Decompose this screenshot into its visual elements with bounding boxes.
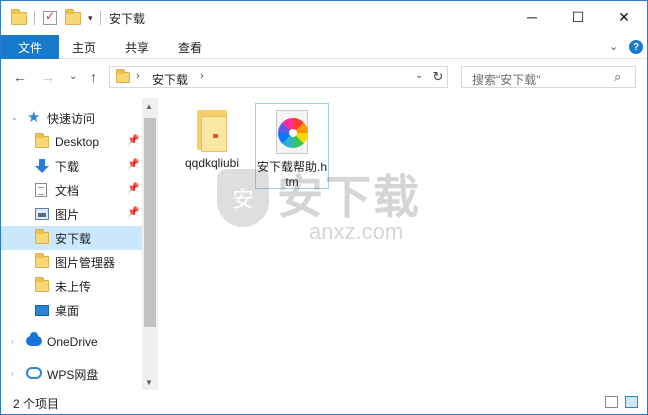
- picture-icon: [35, 207, 49, 220]
- minimize-button[interactable]: ─: [509, 1, 555, 33]
- tab-home[interactable]: 主页: [72, 35, 96, 59]
- sidebar-item-label: 下载: [55, 159, 80, 174]
- large-icons-view-icon[interactable]: [625, 396, 638, 408]
- maximize-button[interactable]: ☐: [555, 1, 601, 33]
- sidebar-item-documents[interactable]: 文档 📌: [1, 178, 142, 202]
- file-item-folder[interactable]: qqdkqliubi: [175, 102, 249, 171]
- forward-button[interactable]: →: [41, 69, 55, 85]
- file-list: qqdkqliubi 安下载帮助.htm: [159, 98, 647, 390]
- title-separator: [100, 11, 101, 25]
- details-view-icon[interactable]: [605, 396, 618, 408]
- quick-access-label: 快速访问: [47, 111, 96, 126]
- help-icon[interactable]: ?: [629, 40, 643, 54]
- sidebar-item-wps[interactable]: › WPS网盘: [1, 362, 142, 386]
- document-icon: [35, 183, 47, 197]
- sidebar-item-label: 未上传: [55, 279, 92, 294]
- sidebar-item-label: 图片管理器: [55, 255, 116, 270]
- folder-icon: [35, 277, 49, 292]
- address-folder-icon: [116, 69, 130, 83]
- breadcrumb-chevron-icon[interactable]: ›: [200, 70, 204, 82]
- expand-chevron-icon[interactable]: ›: [11, 369, 14, 378]
- sidebar-item-downloads[interactable]: 下载 📌: [1, 154, 142, 178]
- folder-icon: [35, 133, 49, 148]
- sidebar-scroll-thumb[interactable]: [144, 118, 156, 327]
- folder-icon: [195, 110, 229, 152]
- refresh-button[interactable]: ↻: [429, 68, 447, 86]
- navigation-bar: ← → ⌄ ↑ › 安下载 › ⌄ ↻ 搜索"安下载" ⌕: [1, 59, 647, 97]
- sidebar-item-label: 文档: [55, 183, 80, 198]
- pin-icon: 📌: [127, 159, 140, 170]
- address-dropdown-icon[interactable]: ⌄: [415, 70, 423, 81]
- sidebar-item-label: 图片: [55, 207, 80, 222]
- html-file-icon: [272, 110, 312, 156]
- ribbon-expand-icon[interactable]: ⌄: [609, 40, 618, 53]
- new-folder-icon[interactable]: [65, 8, 81, 27]
- pin-icon: 📌: [127, 207, 140, 218]
- navigation-pane: ⌄ ★ 快速访问 Desktop 📌 下载 📌 文档 📌 图片 📌 安下载 图片…: [1, 98, 158, 390]
- desktop-icon: [35, 303, 49, 316]
- expand-chevron-icon[interactable]: ›: [11, 337, 14, 346]
- quick-access-item[interactable]: ⌄ ★ 快速访问: [1, 106, 142, 130]
- sidebar-item-onedrive[interactable]: › OneDrive: [1, 330, 142, 354]
- search-placeholder: 搜索"安下载": [472, 73, 541, 87]
- pin-icon: 📌: [127, 135, 140, 146]
- tab-file[interactable]: 文件: [1, 35, 59, 59]
- file-item-htm[interactable]: 安下载帮助.htm: [255, 103, 329, 189]
- breadcrumb-item[interactable]: 安下载: [152, 71, 188, 88]
- search-box[interactable]: 搜索"安下载" ⌕: [461, 66, 636, 88]
- sidebar-item-pictures[interactable]: 图片 📌: [1, 202, 142, 226]
- sidebar-item-desktop[interactable]: 桌面: [1, 298, 142, 322]
- sidebar-item-not-uploaded[interactable]: 未上传: [1, 274, 142, 298]
- file-name: 安下载帮助.htm: [256, 160, 327, 189]
- search-icon[interactable]: ⌕: [614, 69, 621, 85]
- wps-cloud-icon: [26, 367, 42, 379]
- sidebar-item-label: 安下载: [55, 231, 92, 246]
- sidebar-item-label: OneDrive: [47, 335, 98, 349]
- folder-icon: [35, 253, 49, 268]
- tab-view[interactable]: 查看: [178, 35, 202, 59]
- item-count: 2 个项目: [13, 397, 60, 411]
- download-arrow-icon: [35, 159, 49, 173]
- status-bar: 2 个项目: [1, 390, 647, 414]
- breadcrumb-chevron-icon[interactable]: ›: [136, 70, 140, 82]
- title-separator: [34, 11, 35, 25]
- sidebar-item-label: Desktop: [55, 135, 100, 149]
- title-bar: ▾ 安下载 ─ ☐ ✕: [1, 1, 647, 35]
- title-folder-icon: [11, 8, 27, 27]
- file-name: qqdkqliubi: [184, 156, 240, 170]
- sidebar-item-desktop-folder[interactable]: Desktop 📌: [1, 130, 142, 154]
- address-bar[interactable]: › 安下载 › ⌄: [109, 66, 448, 88]
- up-button[interactable]: ↑: [90, 69, 97, 85]
- sidebar-item-anxiazai[interactable]: 安下载: [1, 226, 142, 250]
- sidebar-item-picture-manager[interactable]: 图片管理器: [1, 250, 142, 274]
- close-button[interactable]: ✕: [601, 1, 647, 33]
- back-button[interactable]: ←: [13, 69, 27, 85]
- explorer-window: ▾ 安下载 ─ ☐ ✕ 文件 主页 共享 查看 ⌄ ? ← → ⌄ ↑ › 安下…: [0, 0, 648, 415]
- window-title: 安下载: [109, 12, 146, 26]
- pin-icon: 📌: [127, 183, 140, 194]
- scroll-up-arrow-icon[interactable]: ▲: [145, 102, 153, 111]
- tab-share[interactable]: 共享: [125, 35, 149, 59]
- star-icon: ★: [27, 109, 41, 126]
- quick-access-dropdown-icon[interactable]: ▾: [88, 9, 93, 27]
- sidebar-item-label: WPS网盘: [47, 367, 99, 382]
- properties-icon[interactable]: [43, 9, 57, 27]
- scroll-down-arrow-icon[interactable]: ▼: [145, 378, 153, 387]
- folder-icon: [35, 229, 49, 244]
- ribbon-tabs: 文件 主页 共享 查看 ⌄ ?: [1, 35, 647, 59]
- recent-locations-icon[interactable]: ⌄: [69, 71, 77, 82]
- sidebar-item-label: 桌面: [55, 303, 80, 318]
- expand-chevron-icon[interactable]: ⌄: [11, 113, 18, 122]
- onedrive-cloud-icon: [26, 332, 42, 346]
